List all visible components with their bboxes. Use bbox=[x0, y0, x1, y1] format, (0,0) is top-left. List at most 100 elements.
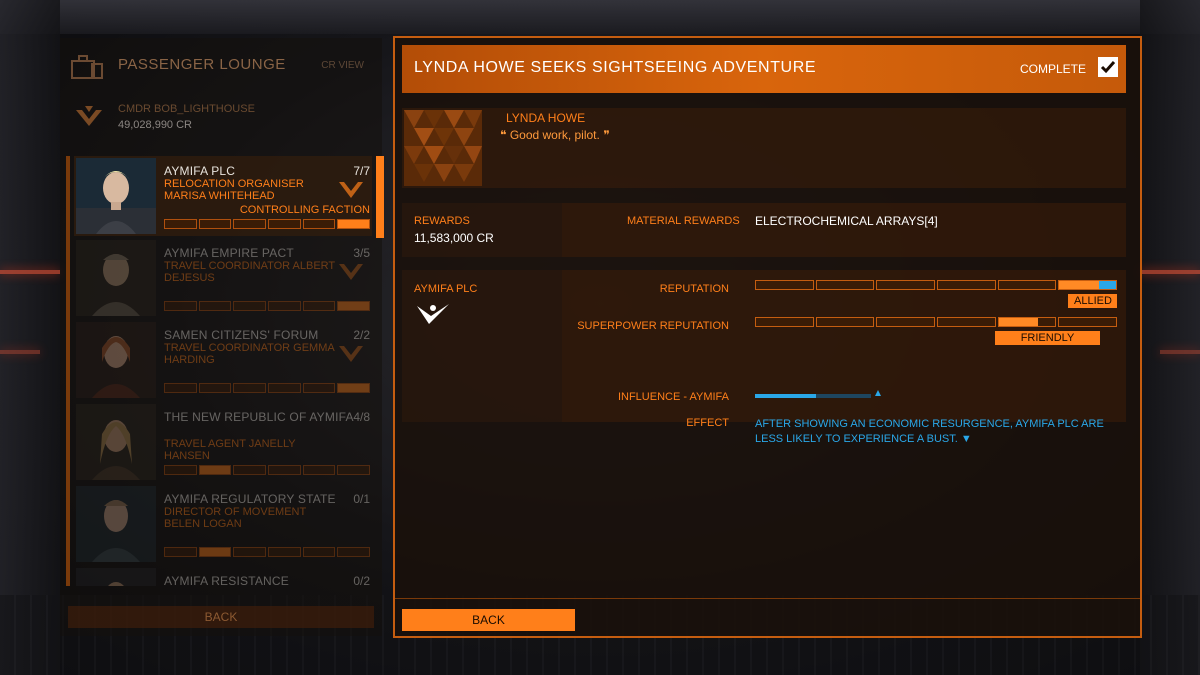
faction-name: THE NEW REPUBLIC OF AYMIFA bbox=[164, 410, 354, 424]
rewards-label: REWARDS bbox=[414, 215, 470, 227]
rank-insignia-icon bbox=[76, 106, 102, 126]
faction-name: AYMIFA EMPIRE PACT bbox=[164, 246, 294, 260]
credit-view-tag: CR VIEW bbox=[321, 60, 364, 71]
reputation-mini-bar bbox=[164, 383, 371, 393]
mission-count: 0/2 bbox=[353, 574, 370, 586]
commander-name: CMDR BOB_LIGHTHOUSE bbox=[118, 103, 255, 115]
list-scrollbar[interactable] bbox=[376, 156, 384, 238]
complete-label: COMPLETE bbox=[1019, 62, 1086, 76]
effect-description: AFTER SHOWING AN ECONOMIC RESURGENCE, AY… bbox=[755, 418, 1104, 445]
faction-name: AYMIFA PLC bbox=[164, 164, 236, 178]
suitcase-icon bbox=[71, 55, 103, 79]
red-light-left bbox=[0, 270, 60, 274]
quote-open-icon: ❝ bbox=[500, 128, 507, 142]
giver-name: LYNDA HOWE bbox=[506, 111, 586, 125]
reputation-bar bbox=[755, 280, 1118, 290]
right-wall bbox=[1140, 0, 1200, 675]
reputation-segment bbox=[997, 317, 1057, 327]
lounge-header: PASSENGER LOUNGE CR VIEW bbox=[70, 52, 370, 84]
list-item[interactable]: AYMIFA EMPIRE PACT 3/5 TRAVEL COORDINATO… bbox=[74, 238, 372, 318]
reputation-segment bbox=[876, 317, 936, 327]
triangle-pattern-avatar bbox=[404, 110, 482, 186]
passenger-lounge-panel: PASSENGER LOUNGE CR VIEW CMDR BOB_LIGHTH… bbox=[60, 38, 384, 636]
faction-emblem-icon bbox=[339, 264, 363, 280]
reputation-mini-bar bbox=[164, 301, 371, 311]
faction-emblem-icon bbox=[417, 304, 449, 324]
material-rewards-label: MATERIAL REWARDS bbox=[627, 215, 740, 227]
passenger-portrait bbox=[76, 486, 156, 562]
mission-count: 7/7 bbox=[353, 164, 370, 178]
lounge-back-button[interactable]: BACK bbox=[68, 606, 374, 628]
superpower-reputation-bar bbox=[755, 317, 1118, 327]
faction-name: AYMIFA PLC bbox=[414, 283, 478, 295]
reputation-segment bbox=[876, 280, 936, 290]
rewards-detail-bg bbox=[562, 203, 1126, 257]
reputation-mini-bar bbox=[164, 465, 371, 475]
faction-emblem-icon bbox=[339, 182, 363, 198]
expand-arrow-icon[interactable]: ▼ bbox=[961, 433, 972, 445]
faction-name: AYMIFA REGULATORY STATE bbox=[164, 492, 336, 506]
commander-credits: 49,028,990 CR bbox=[118, 119, 192, 131]
faction-effects: AYMIFA PLC REPUTATION ALLIED SUPERPOWER … bbox=[402, 270, 1126, 445]
contact-role: DIRECTOR OF MOVEMENT BELEN LOGAN bbox=[164, 506, 306, 530]
mission-detail-panel: LYNDA HOWE SEEKS SIGHTSEEING ADVENTURE C… bbox=[393, 36, 1142, 638]
red-light-left-lower bbox=[0, 350, 40, 354]
footer-divider bbox=[395, 598, 1140, 599]
contact-role: TRAVEL COORDINATOR GEMMA HARDING bbox=[164, 342, 335, 366]
influence-label: INFLUENCE - AYMIFA bbox=[617, 391, 729, 403]
faction-name: SAMEN CITIZENS' FORUM bbox=[164, 328, 319, 342]
list-accent-bar bbox=[66, 156, 70, 586]
passenger-portrait bbox=[76, 568, 156, 586]
mission-count: 4/8 bbox=[353, 410, 370, 424]
ceiling-beam bbox=[0, 0, 1200, 34]
faction-status: CONTROLLING FACTION bbox=[239, 204, 370, 216]
list-item[interactable]: AYMIFA RESISTANCE 0/2 bbox=[74, 566, 372, 586]
material-rewards-value: ELECTROCHEMICAL ARRAYS[4] bbox=[755, 214, 938, 228]
quote-text: Good work, pilot. bbox=[509, 128, 600, 142]
list-item[interactable]: SAMEN CITIZENS' FORUM 2/2 TRAVEL COORDIN… bbox=[74, 320, 372, 400]
influence-bar-fill bbox=[755, 394, 817, 398]
lounge-title: PASSENGER LOUNGE bbox=[118, 56, 286, 73]
red-light-right-lower bbox=[1160, 350, 1200, 354]
left-wall bbox=[0, 0, 60, 675]
list-item[interactable]: THE NEW REPUBLIC OF AYMIFA 4/8 TRAVEL AG… bbox=[74, 402, 372, 482]
passenger-portrait bbox=[76, 240, 156, 316]
effect-text: AFTER SHOWING AN ECONOMIC RESURGENCE, AY… bbox=[755, 417, 1115, 447]
list-item[interactable]: AYMIFA REGULATORY STATE 0/1 DIRECTOR OF … bbox=[74, 484, 372, 564]
rewards-credits: 11,583,000 CR bbox=[414, 231, 494, 245]
mission-giver: LYNDA HOWE ❝ Good work, pilot. ❞ bbox=[402, 108, 1126, 188]
commander-info: CMDR BOB_LIGHTHOUSE 49,028,990 CR bbox=[70, 98, 370, 138]
faction-name: AYMIFA RESISTANCE bbox=[164, 574, 289, 586]
reputation-mini-bar bbox=[164, 219, 371, 229]
back-button[interactable]: BACK bbox=[402, 609, 575, 631]
reputation-segment bbox=[1058, 280, 1118, 290]
mission-count: 0/1 bbox=[353, 492, 370, 506]
reputation-segment bbox=[815, 317, 875, 327]
reputation-label: REPUTATION bbox=[659, 283, 729, 295]
mission-count: 3/5 bbox=[353, 246, 370, 260]
passenger-portrait bbox=[76, 404, 156, 480]
reputation-segment bbox=[755, 280, 814, 290]
contact-role: TRAVEL COORDINATOR ALBERT DEJESUS bbox=[164, 260, 335, 284]
reputation-segment bbox=[815, 280, 875, 290]
passenger-portrait bbox=[76, 322, 156, 398]
influence-up-arrow-icon bbox=[875, 390, 881, 396]
reputation-segment bbox=[937, 317, 996, 327]
superpower-reputation-label: SUPERPOWER REPUTATION bbox=[577, 320, 729, 332]
mission-provider-list: AYMIFA PLC 7/7 RELOCATION ORGANISER MARI… bbox=[66, 156, 384, 586]
quote-close-icon: ❞ bbox=[603, 128, 610, 142]
reputation-mini-bar bbox=[164, 547, 371, 557]
reputation-segment bbox=[755, 317, 814, 327]
reputation-segment bbox=[997, 280, 1057, 290]
contact-role: TRAVEL AGENT JANELLY HANSEN bbox=[164, 438, 296, 462]
mission-header: LYNDA HOWE SEEKS SIGHTSEEING ADVENTURE C… bbox=[402, 45, 1126, 93]
influence-bar bbox=[755, 394, 871, 398]
reputation-segment bbox=[1058, 317, 1118, 327]
contact-role: RELOCATION ORGANISER MARISA WHITEHEAD bbox=[164, 178, 304, 202]
red-light-right bbox=[1140, 270, 1200, 274]
checkmark-icon bbox=[1098, 57, 1118, 77]
list-item[interactable]: AYMIFA PLC 7/7 RELOCATION ORGANISER MARI… bbox=[74, 156, 372, 236]
faction-emblem-icon bbox=[339, 346, 363, 362]
reputation-status: ALLIED bbox=[1068, 294, 1117, 308]
rewards-section: REWARDS 11,583,000 CR MATERIAL REWARDS E… bbox=[402, 203, 1126, 257]
